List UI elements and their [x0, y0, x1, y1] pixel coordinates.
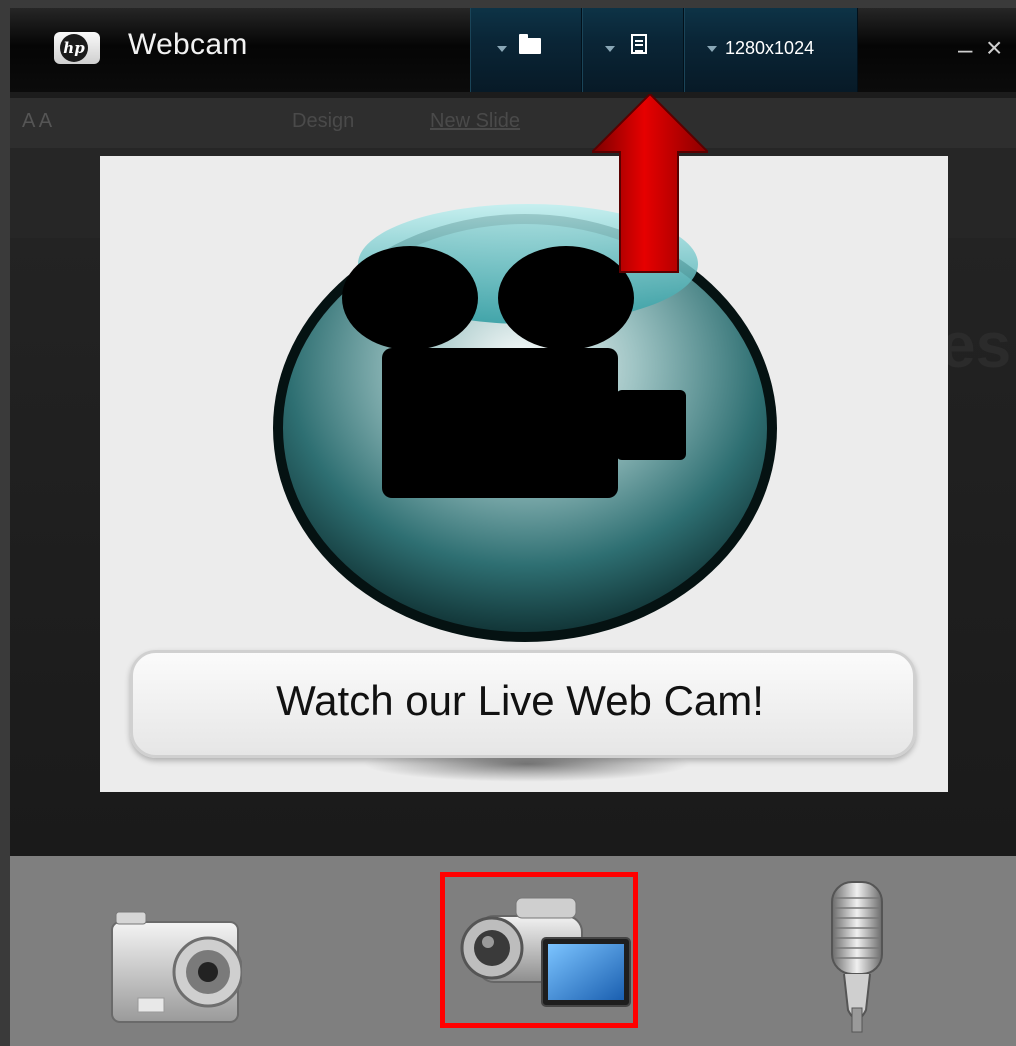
hp-logo-mark: hp — [60, 34, 88, 62]
mode-bar — [10, 856, 1016, 1046]
folder-button[interactable] — [470, 8, 582, 92]
document-button[interactable] — [582, 8, 684, 92]
background-font-icons: A A — [22, 110, 53, 132]
background-app-toolbar: A A Design New Slide — [10, 98, 1016, 148]
background-app-text-fragment: es — [940, 309, 1012, 381]
chevron-down-icon — [497, 46, 507, 52]
resolution-dropdown[interactable]: 1280x1024 — [684, 8, 858, 92]
chevron-down-icon — [707, 46, 717, 52]
still-camera-icon[interactable] — [108, 908, 242, 1030]
chevron-down-icon — [605, 46, 615, 52]
minimize-button[interactable]: – — [958, 34, 972, 65]
background-new-slide-label: New Slide — [430, 110, 521, 132]
document-icon — [631, 34, 647, 54]
webcam-preview: Watch our Live Web Cam! — [100, 156, 948, 792]
app-title: Webcam — [128, 28, 248, 61]
hp-logo: hp — [54, 32, 100, 64]
red-annotation-arrow-icon — [592, 94, 708, 273]
folder-icon — [519, 34, 541, 54]
webcam-window: A A Design New Slide es hp Webcam 1280x1… — [10, 8, 1016, 1046]
microphone-icon[interactable] — [824, 878, 890, 1034]
title-bar: hp Webcam 1280x1024 – × — [10, 8, 1016, 92]
video-camera-logo-icon — [273, 204, 777, 642]
background-design-label: Design — [292, 110, 355, 132]
video-camera-icon[interactable] — [458, 886, 634, 1016]
resolution-label: 1280x1024 — [725, 38, 815, 58]
screenshot-frame: A A Design New Slide es hp Webcam 1280x1… — [0, 0, 1016, 1046]
close-button[interactable]: × — [986, 32, 1002, 64]
preview-caption: Watch our Live Web Cam! — [276, 677, 764, 724]
